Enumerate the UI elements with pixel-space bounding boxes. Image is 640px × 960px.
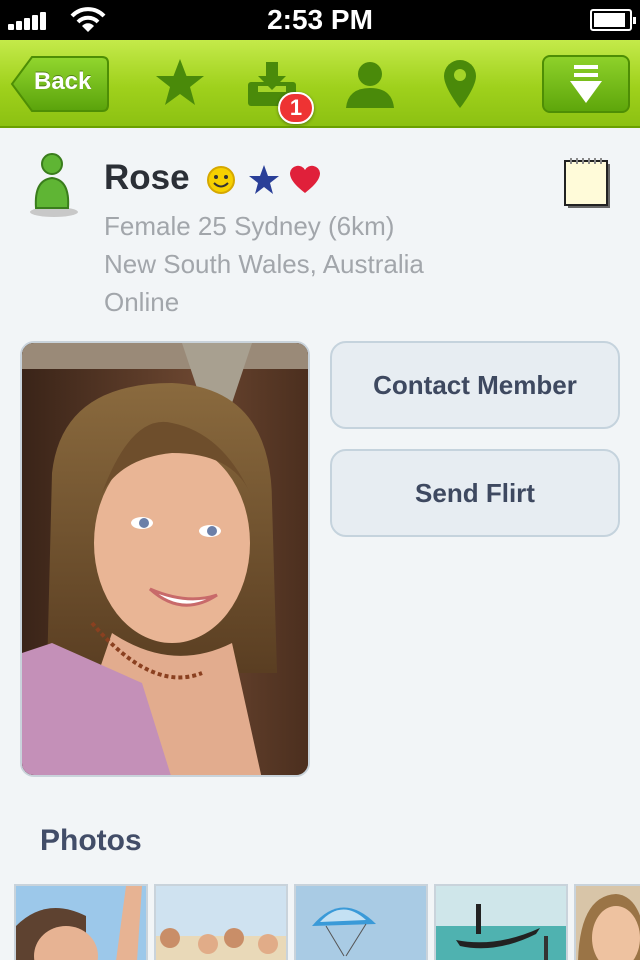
menu-dropdown-button[interactable] <box>542 55 630 113</box>
inbox-badge: 1 <box>278 92 314 124</box>
online-member-icon <box>30 153 78 217</box>
back-button[interactable]: Back <box>10 55 110 113</box>
send-flirt-button[interactable]: Send Flirt <box>330 449 620 537</box>
photo-thumbnail[interactable] <box>14 884 148 960</box>
heart-icon <box>290 165 320 193</box>
person-icon[interactable] <box>342 56 398 112</box>
profile-photo[interactable] <box>20 341 310 777</box>
status-bar: 2:53 PM <box>0 0 640 40</box>
photos-heading: Photos <box>40 824 142 857</box>
photo-thumbnail-image <box>296 886 426 960</box>
member-name: Rose <box>104 158 190 197</box>
photo-thumbnail-image <box>156 886 286 960</box>
photo-thumbnail[interactable] <box>154 884 288 960</box>
status-time: 2:53 PM <box>267 4 373 35</box>
member-region: New South Wales, Australia <box>104 249 424 279</box>
member-status: Online <box>104 287 180 317</box>
battery-icon <box>590 9 636 31</box>
menu-dropdown-icon <box>570 65 602 103</box>
photo-thumbnail[interactable] <box>574 884 640 960</box>
favorite-star-icon <box>249 165 279 194</box>
member-details: Female 25 Sydney (6km) <box>104 211 395 241</box>
photo-thumbnail[interactable] <box>434 884 568 960</box>
location-pin-icon[interactable] <box>432 56 488 112</box>
photo-thumbnail-image <box>436 886 566 960</box>
star-icon[interactable] <box>152 56 208 112</box>
profile-photo-image <box>22 343 308 775</box>
photo-thumbnail[interactable] <box>294 884 428 960</box>
top-toolbar: Back 1 <box>0 40 640 128</box>
photo-thumbnail-image <box>16 886 146 960</box>
contact-member-button[interactable]: Contact Member <box>330 341 620 429</box>
photo-thumbnail-image <box>576 886 640 960</box>
battery-level <box>594 13 625 27</box>
notepad-icon[interactable] <box>562 156 612 210</box>
smiley-icon <box>207 166 235 194</box>
back-button-label: Back <box>34 68 92 95</box>
